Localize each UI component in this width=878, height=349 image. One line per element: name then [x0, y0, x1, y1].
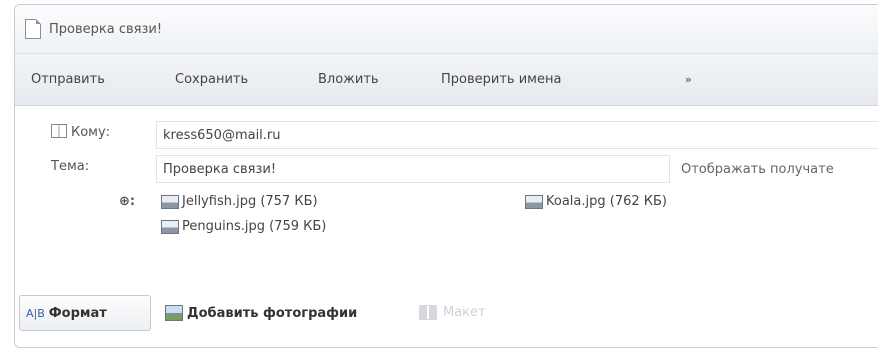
- subject-value: Проверка связи!: [163, 161, 277, 177]
- format-button[interactable]: A|B Формат: [19, 295, 151, 331]
- more-chevron-icon[interactable]: »: [685, 73, 692, 86]
- toolbar: Отправить Сохранить Вложить Проверить им…: [15, 54, 878, 106]
- attachment-item[interactable]: Koala.jpg (762 КБ): [525, 194, 667, 209]
- document-icon: [25, 19, 41, 39]
- message-fields: Кому: kress650@mail.ru Тема: Проверка св…: [15, 106, 878, 286]
- paperclip-icon: ⊕:: [119, 194, 136, 209]
- attachment-name: Jellyfish.jpg (757 КБ): [182, 194, 318, 209]
- image-file-icon: [525, 194, 543, 209]
- attach-button[interactable]: Вложить: [318, 72, 379, 87]
- layout-label: Макет: [443, 305, 486, 320]
- photo-icon: [165, 305, 183, 321]
- to-value: kress650@mail.ru: [163, 127, 281, 143]
- send-button[interactable]: Отправить: [31, 72, 105, 87]
- compose-window: Проверка связи! Отправить Сохранить Влож…: [14, 4, 878, 348]
- image-file-icon: [161, 219, 179, 234]
- check-names-button[interactable]: Проверить имена: [441, 72, 561, 87]
- format-label: Формат: [48, 305, 107, 321]
- title-bar: Проверка связи!: [15, 5, 878, 54]
- attachment-item[interactable]: Jellyfish.jpg (757 КБ): [161, 194, 318, 209]
- attachment-name: Penguins.jpg (759 КБ): [182, 219, 327, 234]
- attachment-item[interactable]: Penguins.jpg (759 КБ): [161, 219, 326, 234]
- subject-label: Тема:: [51, 159, 90, 174]
- image-file-icon: [161, 194, 179, 209]
- layout-icon: [419, 305, 437, 320]
- subject-field[interactable]: Проверка связи!: [156, 155, 670, 183]
- to-label: Кому:: [71, 125, 111, 140]
- add-photos-label: Добавить фотографии: [187, 305, 358, 321]
- address-book-icon: [51, 124, 67, 138]
- attachment-name: Koala.jpg (762 КБ): [546, 194, 667, 209]
- window-title: Проверка связи!: [49, 21, 163, 37]
- layout-button[interactable]: Макет: [419, 305, 486, 320]
- bottom-toolbar: A|B Формат Добавить фотографии Макет: [15, 291, 878, 341]
- format-icon: A|B: [26, 306, 45, 320]
- to-field[interactable]: kress650@mail.ru: [156, 121, 878, 149]
- to-label-button[interactable]: Кому:: [51, 124, 110, 140]
- add-photos-button[interactable]: Добавить фотографии: [165, 305, 357, 321]
- show-recipients-link[interactable]: Отображать получате: [681, 162, 834, 177]
- save-button[interactable]: Сохранить: [175, 72, 248, 87]
